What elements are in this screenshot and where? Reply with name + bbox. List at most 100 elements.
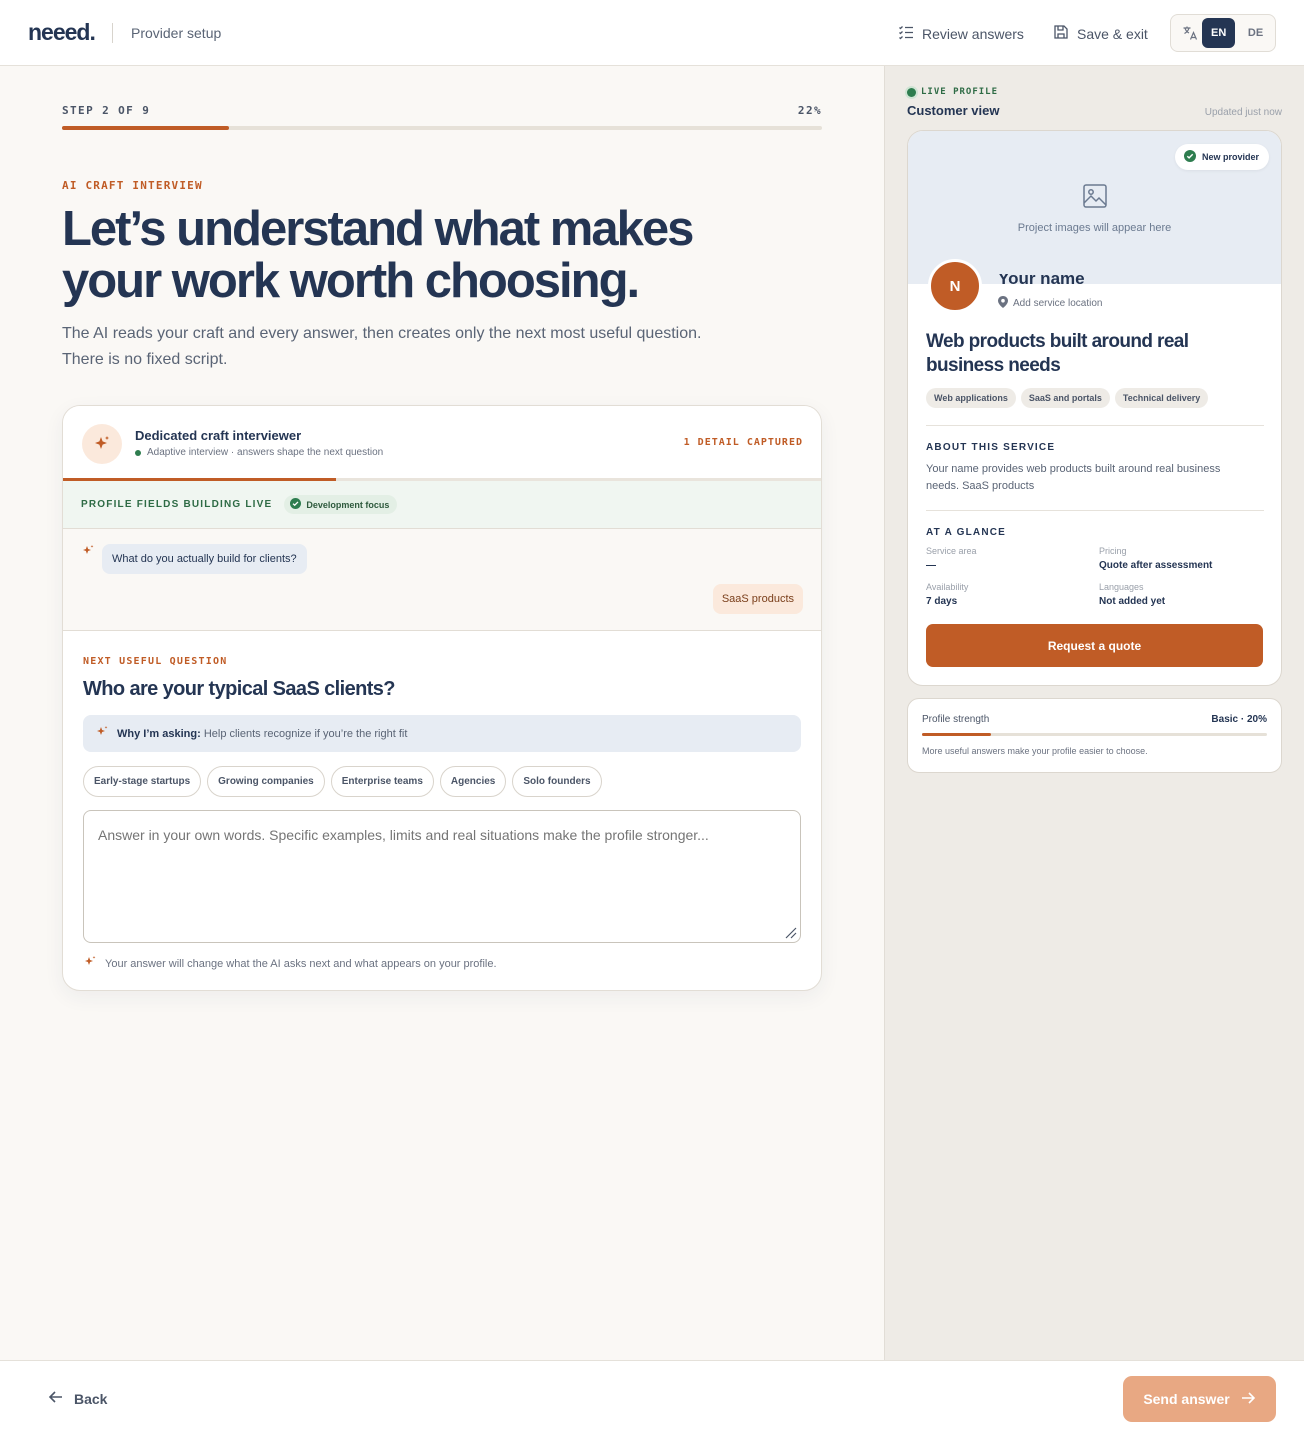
avatar: N (928, 259, 982, 313)
save-exit-button[interactable]: Save & exit (1053, 24, 1148, 43)
resize-handle-icon[interactable] (783, 925, 797, 944)
review-answers-button[interactable]: Review answers (898, 24, 1024, 43)
check-circle-icon (290, 498, 302, 511)
interviewer-title: Dedicated craft interviewer (135, 428, 302, 443)
next-question: Who are your typical SaaS clients? (83, 678, 396, 700)
profile-strength-card: Profile strength Basic · 20% More useful… (907, 698, 1282, 773)
arrow-right-icon (1240, 1390, 1256, 1409)
step-label: STEP 2 OF 9 (62, 104, 151, 117)
language-switcher: EN DE (1170, 14, 1276, 52)
sparkle-icon (82, 424, 122, 464)
translate-icon (1179, 22, 1200, 44)
profile-preview-card: New provider Project images will appear … (907, 130, 1282, 686)
updated-timestamp: Updated just now (1204, 107, 1282, 118)
why-asking-text: Why I’m asking: Help clients recognize i… (117, 728, 407, 740)
suggestion-chip[interactable]: Early-stage startups (83, 766, 202, 797)
profile-strength-value: Basic · 20% (1211, 714, 1267, 725)
header-subtitle: Provider setup (131, 25, 222, 41)
divider (926, 425, 1264, 426)
suggestion-chip[interactable]: Solo founders (512, 766, 602, 797)
logo[interactable]: neeed. (28, 19, 96, 46)
back-label: Back (74, 1390, 108, 1407)
step-progress-bar (62, 126, 822, 130)
save-icon (1053, 24, 1069, 43)
focus-chip: Development focus (284, 495, 398, 514)
interviewer-subtitle-text: Adaptive interview · answers shape the n… (147, 447, 384, 458)
live-profile-panel: LIVE PROFILE Customer view Updated just … (884, 66, 1304, 1360)
profile-strength-fill (922, 733, 991, 736)
provider-name: Your name (998, 274, 1085, 284)
about-heading: ABOUT THIS SERVICE (926, 442, 1056, 453)
why-asking-reason: Help clients recognize if you’re the rig… (203, 727, 408, 740)
save-exit-label: Save & exit (1077, 25, 1148, 42)
languages-label: Languages (1099, 582, 1144, 592)
service-tags: Web applications SaaS and portals Techni… (926, 388, 1209, 408)
back-button[interactable]: Back (48, 1389, 107, 1408)
new-provider-label: New provider (1201, 152, 1259, 162)
answer-textarea[interactable] (83, 810, 801, 943)
status-dot (135, 449, 141, 456)
service-tag: SaaS and portals (1020, 388, 1110, 408)
language-option-en[interactable]: EN (1202, 18, 1236, 48)
availability-value: 7 days (926, 596, 958, 607)
images-placeholder-text: Project images will appear here (1017, 222, 1172, 234)
live-profile-label: LIVE PROFILE (907, 87, 998, 97)
answer-hint-text: Your answer will change what the AI asks… (105, 957, 497, 970)
step-percent: 22% (797, 104, 822, 117)
page-title: Let’s understand what makes your work wo… (62, 202, 694, 308)
why-asking-box: Why I’m asking: Help clients recognize i… (83, 715, 801, 752)
lede-line-2: There is no fixed script. (62, 351, 228, 368)
send-answer-label: Send answer (1143, 1391, 1230, 1407)
send-answer-button[interactable]: Send answer (1123, 1376, 1276, 1422)
sparkle-icon (81, 544, 95, 563)
images-placeholder: Project images will appear here (908, 183, 1281, 234)
section-eyebrow: AI CRAFT INTERVIEW (62, 179, 203, 192)
service-area-label: Service area (926, 546, 977, 556)
lede-line-1: The AI reads your craft and every answer… (62, 325, 702, 342)
suggestion-chip[interactable]: Growing companies (207, 766, 325, 797)
review-answers-label: Review answers (922, 25, 1024, 42)
checklist-icon (898, 24, 914, 43)
conversation-history: What do you actually build for clients? … (63, 529, 821, 631)
provider-location: Add service location (998, 296, 1103, 311)
divider (926, 510, 1264, 511)
service-tag: Technical delivery (1114, 388, 1209, 408)
suggestion-chip[interactable]: Agencies (439, 766, 507, 797)
footer-bar: Back Send answer (0, 1360, 1304, 1434)
pricing-value: Quote after assessment (1099, 560, 1213, 571)
customer-view-title: Customer view (907, 103, 1000, 118)
suggestion-chips: Early-stage startups Growing companies E… (83, 766, 602, 797)
provider-location-text: Add service location (1013, 298, 1103, 309)
check-circle-icon (1183, 150, 1196, 164)
profile-strength-label: Profile strength (922, 714, 990, 725)
request-quote-button[interactable]: Request a quote (926, 624, 1263, 667)
service-title: Web products built around real business … (926, 331, 1189, 376)
suggestion-chip[interactable]: Enterprise teams (330, 766, 434, 797)
top-header: neeed. Provider setup Review answers Sav… (0, 0, 1304, 66)
profile-fields-bar: PROFILE FIELDS BUILDING LIVE Development… (63, 481, 821, 529)
focus-chip-label: Development focus (306, 499, 390, 510)
language-option-de[interactable]: DE (1239, 18, 1272, 48)
about-text: Your name provides web products built ar… (926, 463, 1221, 492)
profile-strength-bar (922, 733, 1267, 736)
answer-hint: Your answer will change what the AI asks… (83, 955, 497, 972)
profile-strength-note: More useful answers make your profile ea… (922, 746, 1148, 756)
availability-label: Availability (926, 582, 969, 592)
interviewer-subtitle: Adaptive interview · answers shape the n… (135, 447, 383, 458)
next-question-label: NEXT USEFUL QUESTION (83, 656, 228, 667)
previous-answer-bubble: SaaS products (712, 584, 803, 614)
step-indicator: STEP 2 OF 9 22% (62, 104, 822, 117)
service-area-value: — (926, 560, 936, 571)
pricing-label: Pricing (1099, 546, 1127, 556)
location-pin-icon (998, 296, 1008, 311)
new-provider-badge: New provider (1174, 144, 1269, 170)
details-captured-counter: 1 DETAIL CAPTURED (683, 437, 803, 448)
live-profile-text: LIVE PROFILE (921, 87, 999, 97)
service-tag: Web applications (926, 388, 1016, 408)
interview-card: Dedicated craft interviewer Adaptive int… (62, 405, 822, 991)
sparkle-icon (95, 725, 109, 742)
arrow-left-icon (48, 1389, 64, 1408)
interviewer-header: Dedicated craft interviewer Adaptive int… (63, 406, 821, 478)
live-dot (907, 87, 916, 97)
header-divider (112, 23, 113, 43)
